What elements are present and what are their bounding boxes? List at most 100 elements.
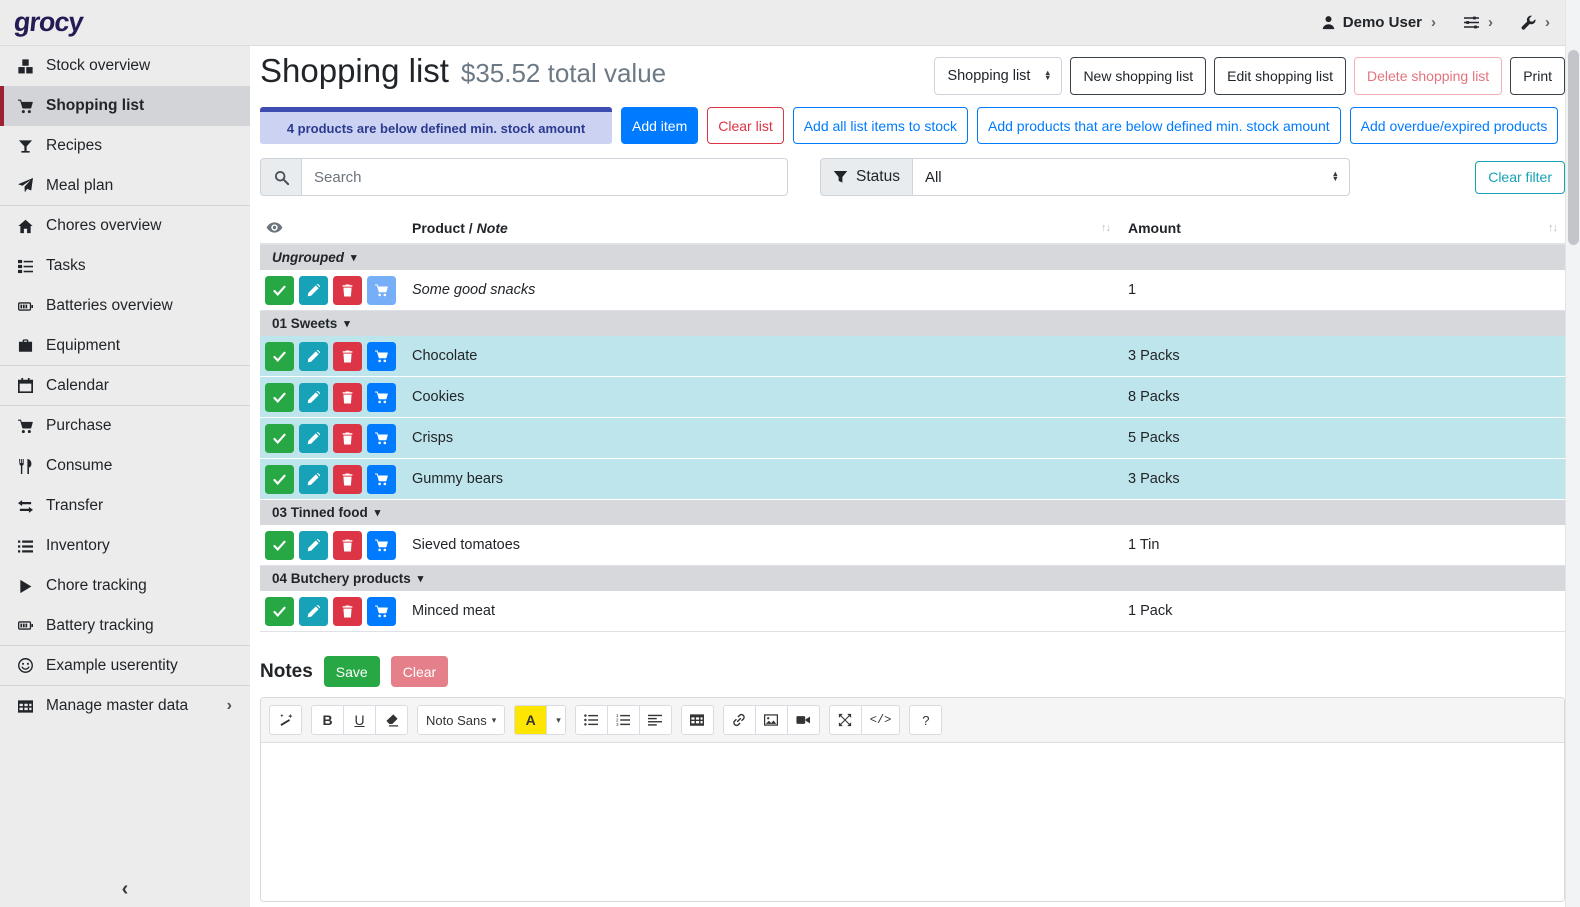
edit-item-button[interactable] [299, 531, 328, 560]
add-to-stock-button[interactable] [367, 465, 396, 494]
sidebar-item-label: Consume [46, 457, 112, 475]
print-button[interactable]: Print [1510, 57, 1565, 95]
delete-item-button[interactable] [333, 383, 362, 412]
edit-item-button[interactable] [299, 383, 328, 412]
min-stock-notice[interactable]: 4 products are below defined min. stock … [260, 107, 612, 144]
style-magic-button[interactable] [269, 705, 302, 735]
sidebar-item-purchase[interactable]: Purchase [0, 406, 250, 446]
done-button[interactable] [265, 424, 294, 453]
search-input[interactable] [302, 158, 788, 196]
sidebar-item-consume[interactable]: Consume [0, 446, 250, 486]
add-all-to-stock-button[interactable]: Add all list items to stock [793, 107, 968, 144]
clear-format-button[interactable] [375, 705, 408, 735]
sidebar-item-chore-tracking[interactable]: Chore tracking [0, 566, 250, 606]
add-to-stock-button[interactable] [367, 383, 396, 412]
paragraph-align-button[interactable] [639, 705, 672, 735]
sidebar-item-shopping-list[interactable]: Shopping list [0, 86, 250, 126]
delete-item-button[interactable] [333, 531, 362, 560]
add-to-stock-button[interactable] [367, 276, 396, 305]
underline-button[interactable]: U [343, 705, 376, 735]
edit-item-button[interactable] [299, 276, 328, 305]
done-button[interactable] [265, 531, 294, 560]
ordered-list-button[interactable]: 123 [607, 705, 640, 735]
user-menu[interactable]: Demo User › [1321, 14, 1436, 31]
product-group-header[interactable]: 03 Tinned food▾ [260, 500, 1565, 525]
done-button[interactable] [265, 465, 294, 494]
code-view-button[interactable]: </> [861, 705, 901, 735]
product-group-header[interactable]: Ungrouped▾ [260, 245, 1565, 270]
sidebar-item-batteries-overview[interactable]: Batteries overview [0, 286, 250, 326]
done-button[interactable] [265, 597, 294, 626]
sidebar-item-label: Chores overview [46, 217, 161, 235]
grocy-logo[interactable]: grocy [12, 7, 84, 38]
insert-video-button[interactable] [787, 705, 820, 735]
svg-text:3: 3 [616, 722, 619, 727]
delete-item-button[interactable] [333, 424, 362, 453]
sidebar-item-example-userentity[interactable]: Example userentity [0, 646, 250, 686]
sidebar-item-meal-plan[interactable]: Meal plan [0, 166, 250, 206]
status-select[interactable]: All ▲▼ [913, 158, 1350, 196]
eye-icon[interactable] [266, 219, 283, 236]
done-button[interactable] [265, 342, 294, 371]
done-button[interactable] [265, 276, 294, 305]
sidebar-item-manage-master-data[interactable]: Manage master data› [0, 686, 250, 726]
edit-item-button[interactable] [299, 424, 328, 453]
unordered-list-button[interactable] [575, 705, 608, 735]
add-to-stock-button[interactable] [367, 597, 396, 626]
edit-item-button[interactable] [299, 342, 328, 371]
sidebar-item-equipment[interactable]: Equipment [0, 326, 250, 366]
edit-item-button[interactable] [299, 465, 328, 494]
delete-item-button[interactable] [333, 465, 362, 494]
notes-save-button[interactable]: Save [324, 656, 380, 687]
scrollbar-thumb[interactable] [1568, 50, 1579, 245]
fullscreen-button[interactable] [829, 705, 862, 735]
font-family-button[interactable]: Noto Sans▾ [417, 705, 505, 735]
product-column-header[interactable]: Product /Note [412, 220, 508, 236]
highlight-caret-button[interactable]: ▾ [546, 705, 566, 735]
sort-icon[interactable]: ↑↓ [1101, 222, 1110, 234]
add-to-stock-button[interactable] [367, 424, 396, 453]
row-actions [260, 342, 410, 371]
product-group-header[interactable]: 04 Butchery products▾ [260, 566, 1565, 591]
sidebar-item-chores-overview[interactable]: Chores overview [0, 206, 250, 246]
editor-button-group: A▾ [514, 705, 566, 735]
product-group-header[interactable]: 01 Sweets▾ [260, 311, 1565, 336]
edit-item-button[interactable] [299, 597, 328, 626]
admin-menu[interactable]: › [1521, 14, 1550, 31]
delete-shopping-list-button[interactable]: Delete shopping list [1354, 57, 1502, 95]
scrollbar[interactable] [1565, 0, 1580, 907]
add-to-stock-button[interactable] [367, 531, 396, 560]
notes-clear-button[interactable]: Clear [391, 656, 448, 687]
sidebar-item-battery-tracking[interactable]: Battery tracking [0, 606, 250, 646]
sidebar-item-transfer[interactable]: Transfer [0, 486, 250, 526]
add-overdue-button[interactable]: Add overdue/expired products [1350, 107, 1559, 144]
insert-link-button[interactable] [723, 705, 756, 735]
insert-table-button[interactable] [681, 705, 714, 735]
bold-button[interactable]: B [311, 705, 344, 735]
sidebar-collapse-button[interactable]: ‹ [0, 878, 250, 901]
sidebar-item-stock-overview[interactable]: Stock overview [0, 46, 250, 86]
clear-filter-button[interactable]: Clear filter [1475, 161, 1565, 194]
add-item-button[interactable]: Add item [621, 107, 698, 144]
sidebar-item-recipes[interactable]: Recipes [0, 126, 250, 166]
add-below-min-button[interactable]: Add products that are below defined min.… [977, 107, 1341, 144]
sidebar-item-inventory[interactable]: Inventory [0, 526, 250, 566]
settings-menu[interactable]: › [1464, 14, 1493, 31]
delete-item-button[interactable] [333, 342, 362, 371]
done-button[interactable] [265, 383, 294, 412]
edit-shopping-list-button[interactable]: Edit shopping list [1214, 57, 1346, 95]
new-shopping-list-button[interactable]: New shopping list [1070, 57, 1206, 95]
sidebar-item-tasks[interactable]: Tasks [0, 246, 250, 286]
sidebar-item-calendar[interactable]: Calendar [0, 366, 250, 406]
add-to-stock-button[interactable] [367, 342, 396, 371]
sort-icon[interactable]: ↑↓ [1548, 222, 1557, 234]
amount-column-header[interactable]: Amount [1128, 220, 1181, 236]
insert-picture-button[interactable] [755, 705, 788, 735]
notes-editor-area[interactable] [261, 743, 1564, 901]
highlight-color-button[interactable]: A [514, 705, 547, 735]
shopping-list-select[interactable]: Shopping list ▲▼ [934, 57, 1062, 95]
delete-item-button[interactable] [333, 597, 362, 626]
clear-list-button[interactable]: Clear list [707, 107, 783, 144]
help-button[interactable]: ? [909, 705, 942, 735]
delete-item-button[interactable] [333, 276, 362, 305]
